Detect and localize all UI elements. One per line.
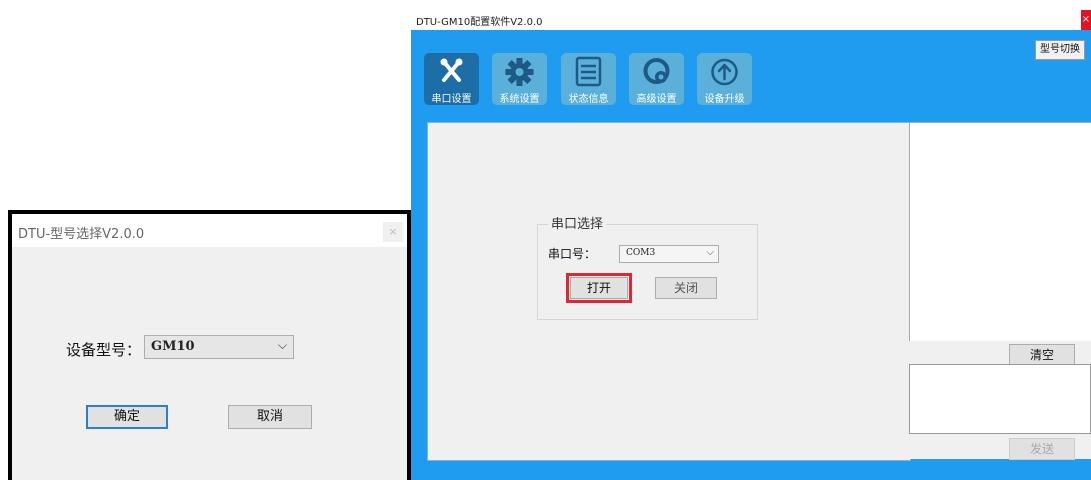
port-label: 串口号： bbox=[548, 247, 597, 261]
list-icon bbox=[575, 56, 602, 87]
ok-button[interactable]: 确定 bbox=[86, 405, 168, 429]
chevron-down-icon: ⌵ bbox=[277, 338, 287, 352]
toolbar-advanced-settings[interactable]: 高级设置 bbox=[629, 53, 684, 105]
toolbar-serial-settings[interactable]: 串口设置 bbox=[424, 53, 479, 105]
send-button[interactable]: 发送 bbox=[1009, 438, 1075, 460]
advanced-icon bbox=[643, 58, 670, 84]
model-dropdown[interactable]: GM10 ⌵ bbox=[144, 335, 294, 359]
config-window: DTU-GM10配置软件V2.0.0 × 型号切换 串口设置 系统设置 状态信息… bbox=[411, 10, 1091, 480]
close-port-button[interactable]: 关闭 bbox=[655, 277, 717, 299]
send-input[interactable] bbox=[909, 364, 1091, 434]
upload-icon bbox=[711, 58, 738, 86]
clear-button[interactable]: 清空 bbox=[1009, 344, 1075, 366]
port-dropdown[interactable]: COM3 ⌵ bbox=[619, 245, 719, 263]
serial-settings-panel: 串口选择 串口号： COM3 ⌵ 打开 关闭 bbox=[427, 122, 911, 461]
toolbar-system-settings[interactable]: 系统设置 bbox=[492, 53, 547, 105]
window-close-button[interactable]: × bbox=[1081, 10, 1091, 30]
window-titlebar: DTU-GM10配置软件V2.0.0 × bbox=[411, 10, 1091, 30]
receive-log-area[interactable] bbox=[909, 122, 1091, 341]
model-switch-button[interactable]: 型号切换 bbox=[1035, 40, 1085, 60]
toolbar-label: 系统设置 bbox=[499, 94, 540, 105]
open-port-button[interactable]: 打开 bbox=[566, 273, 632, 303]
toolbar-label: 高级设置 bbox=[636, 94, 677, 105]
dialog-body: 设备型号： GM10 ⌵ 确定 取消 bbox=[12, 247, 407, 480]
model-select-dialog: DTU-型号选择V2.0.0 × 设备型号： GM10 ⌵ 确定 取消 bbox=[8, 210, 411, 480]
dialog-close-button[interactable]: × bbox=[383, 222, 403, 242]
window-title: DTU-GM10配置软件V2.0.0 bbox=[416, 17, 543, 28]
log-panel: 清空 发送 bbox=[909, 122, 1091, 460]
group-title: 串口选择 bbox=[548, 213, 607, 232]
model-label: 设备型号： bbox=[66, 341, 142, 359]
cancel-button[interactable]: 取消 bbox=[228, 405, 312, 429]
toolbar-label: 状态信息 bbox=[568, 94, 609, 105]
toolbar-label: 串口设置 bbox=[431, 94, 472, 105]
toolbar-status-info[interactable]: 状态信息 bbox=[561, 53, 616, 105]
toolbar-label: 设备升级 bbox=[704, 94, 745, 105]
port-dropdown-value: COM3 bbox=[626, 248, 656, 258]
gear-icon bbox=[505, 58, 534, 86]
toolbar-device-upgrade[interactable]: 设备升级 bbox=[697, 53, 752, 105]
serial-icon bbox=[440, 58, 463, 82]
serial-select-group: 串口选择 串口号： COM3 ⌵ 打开 关闭 bbox=[537, 213, 758, 320]
dialog-title: DTU-型号选择V2.0.0 bbox=[18, 227, 145, 242]
model-dropdown-value: GM10 bbox=[151, 339, 195, 354]
chevron-down-icon: ⌵ bbox=[706, 247, 714, 258]
